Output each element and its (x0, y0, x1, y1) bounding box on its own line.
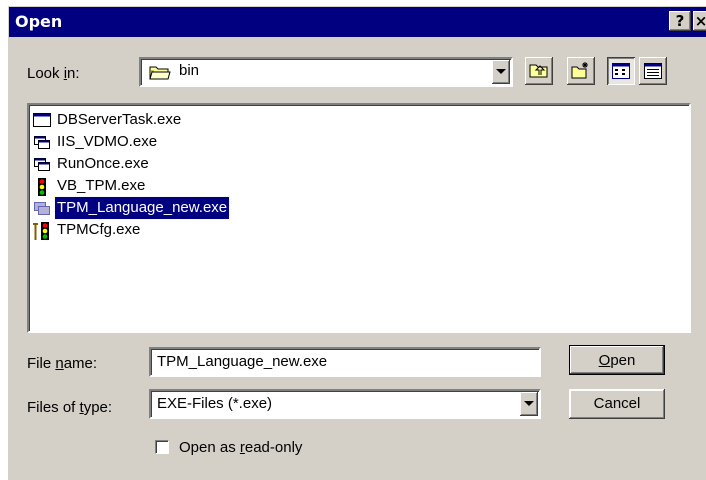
up-one-level-button[interactable] (525, 57, 553, 85)
read-only-checkbox[interactable] (155, 440, 169, 454)
open-button[interactable]: Open (569, 345, 665, 375)
new-folder-icon (571, 61, 591, 83)
folder-icon (149, 64, 171, 84)
file-type-combo[interactable]: EXE-Files (*.exe) (149, 389, 541, 419)
look-in-dropdown-button[interactable] (492, 60, 510, 84)
open-dialog: Open ? × Look in: bin DBServerTask.exe I… (8, 6, 706, 480)
file-name: TPMCfg.exe (57, 221, 141, 238)
file-list[interactable]: DBServerTask.exe IIS_VDMO.exe RunOnce.ex… (27, 103, 691, 333)
create-new-folder-button[interactable] (567, 57, 595, 85)
chevron-down-icon (524, 401, 534, 406)
file-name: VB_TPM.exe (57, 177, 146, 194)
file-name-label: File name: (27, 355, 98, 372)
file-type-label: Files of type: (27, 399, 113, 416)
title-bar[interactable]: Open ? × (9, 7, 706, 37)
app-icon (33, 134, 50, 150)
file-type-value: EXE-Files (*.exe) (157, 395, 273, 412)
traffic-light-tools-icon (33, 222, 49, 240)
cancel-button[interactable]: Cancel (569, 389, 665, 419)
file-name: DBServerTask.exe (57, 111, 182, 128)
window-app-icon (33, 112, 51, 128)
details-view-button[interactable] (639, 57, 667, 85)
file-name: TPM_Language_new.exe (53, 196, 231, 220)
details-view-icon (644, 63, 662, 83)
help-button[interactable]: ? (669, 11, 691, 31)
chevron-down-icon (496, 69, 506, 74)
file-type-dropdown-button[interactable] (520, 392, 538, 416)
file-name-value: TPM_Language_new.exe (157, 353, 328, 370)
close-button[interactable]: × (693, 11, 706, 31)
look-in-value: bin (179, 62, 200, 79)
file-name: IIS_VDMO.exe (57, 133, 158, 150)
look-in-combo[interactable]: bin (139, 57, 513, 87)
list-view-icon (612, 63, 630, 83)
app-icon (33, 200, 50, 216)
up-folder-icon (529, 62, 549, 82)
dialog-title: Open (15, 12, 63, 31)
list-view-button[interactable] (607, 57, 635, 85)
read-only-label[interactable]: Open as read-only (179, 439, 302, 456)
file-name: RunOnce.exe (57, 155, 149, 172)
file-name-input[interactable]: TPM_Language_new.exe (149, 347, 541, 377)
look-in-label: Look in: (27, 65, 80, 82)
traffic-light-icon (33, 178, 49, 196)
app-icon (33, 156, 50, 172)
